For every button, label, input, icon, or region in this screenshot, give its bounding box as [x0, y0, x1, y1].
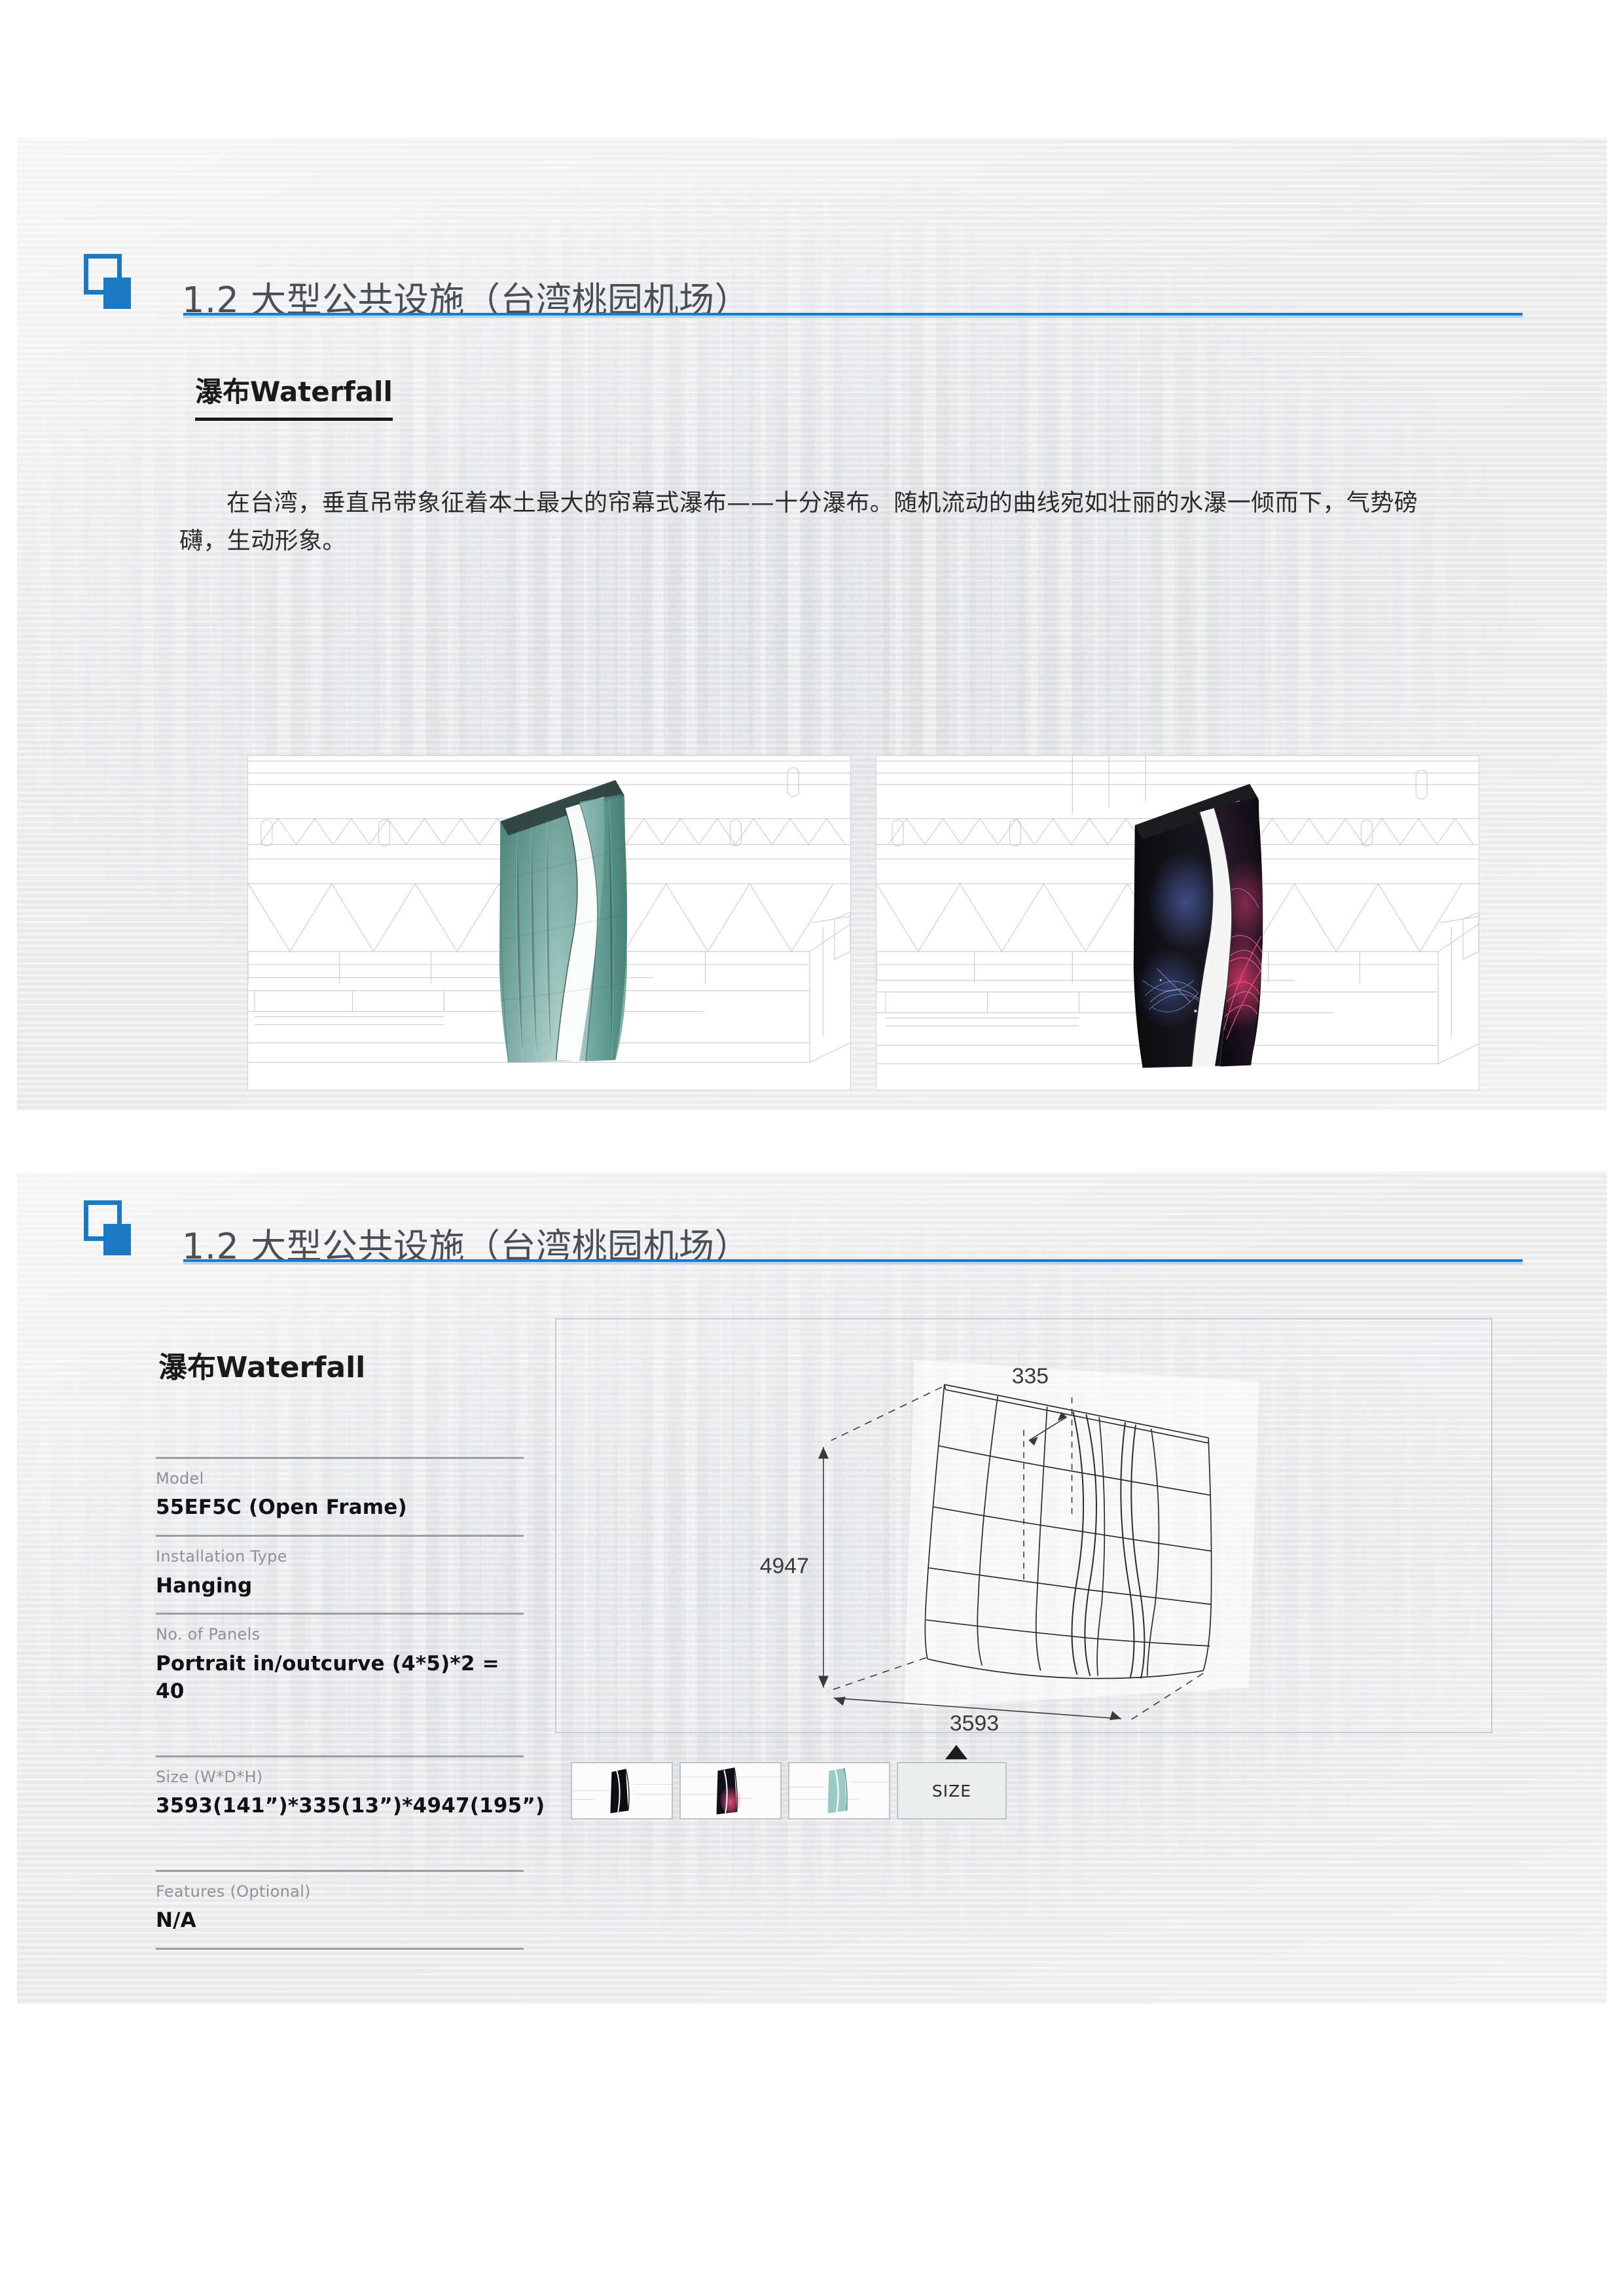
spec-value: Hanging: [156, 1573, 253, 1598]
waterfall-display-green-render: [489, 769, 670, 1076]
photo-waterfall-render-dark: [876, 755, 1479, 1090]
spec-value: 3593(141”)*335(13”)*4947(195”): [156, 1793, 545, 1818]
spec-value: N/A: [156, 1909, 196, 1933]
slide-public-facilities-overview: 1.2 大型公共设施（台湾桃园机场） 瀑布Waterfall 在台湾，垂直吊带象…: [17, 137, 1607, 1110]
body-paragraph: 在台湾，垂直吊带象征着本土最大的帘幕式瀑布——十分瀑布。随机流动的曲线宛如壮丽的…: [179, 490, 1418, 555]
thumbnail-dark-front[interactable]: [571, 1762, 673, 1820]
specification-list: Model 55EF5C (Open Frame) Installation T…: [156, 1457, 545, 1950]
dimension-label-height: 4947: [760, 1554, 809, 1579]
active-tab-caret-icon: [945, 1745, 967, 1759]
spec-row-model: Model 55EF5C (Open Frame): [156, 1457, 524, 1535]
thumbnail-green[interactable]: [788, 1762, 890, 1820]
title-underline-rule: [183, 313, 1523, 318]
technical-drawing-panel: 335 4947 3593: [555, 1318, 1492, 1733]
spec-row-installation-type: Installation Type Hanging: [156, 1535, 524, 1613]
waterfall-display-dark-render: [1123, 773, 1304, 1080]
size-tab-button[interactable]: SIZE: [897, 1762, 1007, 1820]
thumbnail-strip: SIZE: [571, 1762, 1007, 1820]
brand-square-logo-icon: [84, 254, 131, 309]
spec-value: Portrait in/outcurve (4*5)*2 = 40: [156, 1651, 499, 1703]
photo-waterfall-render-green: [247, 755, 851, 1090]
title-underline-rule: [183, 1259, 1523, 1265]
section-heading-waterfall: 瀑布Waterfall: [158, 1350, 366, 1384]
spec-label: No. of Panels: [156, 1625, 261, 1644]
brand-square-logo-icon: [84, 1200, 131, 1255]
spec-label: Size (W*D*H): [156, 1767, 263, 1786]
isometric-dimension-drawing: 335 4947 3593: [760, 1359, 1259, 1732]
spec-label: Model: [156, 1469, 204, 1488]
spec-value: 55EF5C (Open Frame): [156, 1496, 407, 1520]
spec-label: Installation Type: [156, 1547, 287, 1566]
section-heading-waterfall: 瀑布Waterfall: [195, 370, 393, 421]
spec-row-no-of-panels: No. of Panels Portrait in/outcurve (4*5)…: [156, 1613, 524, 1755]
logo-filled-square: [103, 278, 131, 309]
dimension-label-depth: 335: [1012, 1363, 1049, 1388]
logo-filled-square: [103, 1224, 131, 1255]
slide-waterfall-specifications: 1.2 大型公共设施（台湾桃园机场） 瀑布Waterfall Model 55E…: [17, 1172, 1607, 2004]
spec-label: Features (Optional): [156, 1882, 311, 1901]
dimension-label-width: 3593: [950, 1711, 999, 1732]
spec-row-features: Features (Optional) N/A: [156, 1869, 524, 1950]
spec-row-size: Size (W*D*H) 3593(141”)*335(13”)*4947(19…: [156, 1755, 545, 1870]
thumbnail-dark-lit[interactable]: [679, 1762, 782, 1820]
